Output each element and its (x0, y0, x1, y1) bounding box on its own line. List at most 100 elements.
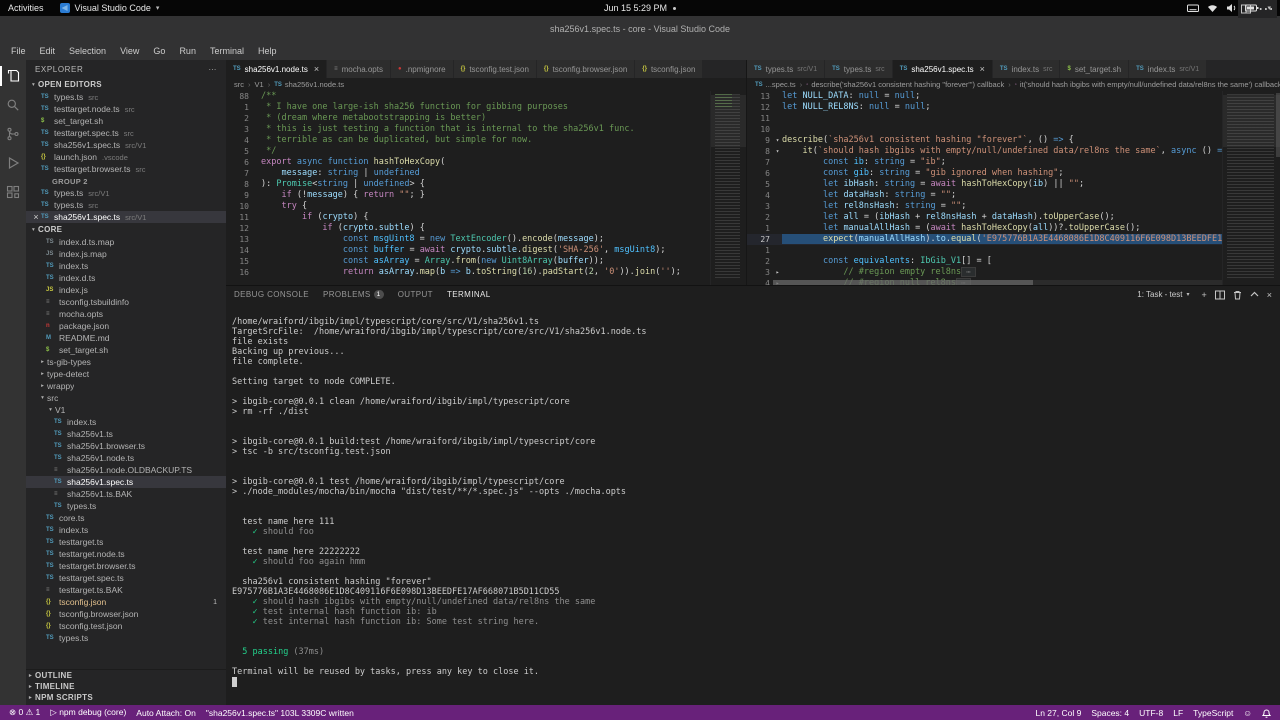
fold-icon[interactable] (773, 190, 782, 201)
code-line[interactable]: 7 message: string | undefined (226, 168, 710, 179)
explorer-file-row[interactable]: {} tsconfig.json 1 (26, 596, 226, 608)
editor-left-code[interactable]: 88 /** 1 * I have one large-ish sha256 f… (226, 91, 746, 285)
fold-icon[interactable] (252, 245, 261, 256)
panel-tab[interactable]: PROBLEMS 1 (323, 290, 384, 299)
status-item[interactable]: LF (1168, 708, 1188, 718)
breadcrumb[interactable]: TS ...spec.ts ◦ describe('sha256v1 consi… (747, 78, 1280, 91)
explorer-file-row[interactable]: ≡ testtarget.ts.BAK (26, 584, 226, 596)
fold-icon[interactable] (773, 234, 782, 245)
code-line[interactable]: 11 if (crypto) { (226, 212, 710, 223)
explorer-file-row[interactable]: ≡ sha256v1.ts.BAK (26, 488, 226, 500)
code-line[interactable]: 4 * terrible as can be duplicated, but s… (226, 135, 710, 146)
open-editor-item[interactable]: TS types.ts src/V1 (26, 187, 226, 199)
code-line[interactable]: 10 try { (226, 201, 710, 212)
code-line[interactable]: 9 ▾ describe(`sha256v1 consistent hashin… (747, 135, 1222, 146)
explorer-file-row[interactable]: {} tsconfig.test.json (26, 620, 226, 632)
fold-icon[interactable] (773, 212, 782, 223)
editor-right-code[interactable]: 13 let NULL_DATA: null = null; 12 let NU… (747, 91, 1280, 285)
open-editor-item[interactable]: TS types.ts src (26, 91, 226, 103)
explorer-icon[interactable] (0, 66, 21, 86)
fold-icon[interactable] (252, 102, 261, 113)
explorer-file-row[interactable]: ▸ ts-gib-types (26, 356, 226, 368)
fold-icon[interactable] (773, 157, 782, 168)
status-item[interactable]: ☺ (1238, 708, 1257, 718)
fold-icon[interactable] (252, 256, 261, 267)
fold-icon[interactable]: ▾ (773, 135, 782, 146)
explorer-file-row[interactable]: TS core.ts (26, 512, 226, 524)
fold-icon[interactable] (773, 91, 782, 102)
minimap[interactable] (710, 91, 746, 285)
editor-tab[interactable]: {} tsconfig.test.json (453, 60, 537, 78)
explorer-file-row[interactable]: TS index.ts (26, 260, 226, 272)
explorer-file-row[interactable]: {} tsconfig.browser.json (26, 608, 226, 620)
code-line[interactable]: 6 const gib: string = "gib ignored when … (747, 168, 1222, 179)
fold-icon[interactable] (773, 245, 782, 256)
code-line[interactable]: 2 const equivalents: IbGib_V1[] = [ (747, 256, 1222, 267)
explorer-file-row[interactable]: TS sha256v1.ts (26, 428, 226, 440)
fold-icon[interactable] (252, 267, 261, 278)
code-line[interactable]: 8 ): Promise<string | undefined> { (226, 179, 710, 190)
fold-icon[interactable] (252, 234, 261, 245)
editor-tab[interactable]: ≡ mocha.opts (327, 60, 391, 78)
fold-icon[interactable] (773, 256, 782, 267)
breadcrumb-item[interactable]: ◦ it('should hash ibgibs with empty/null… (1004, 80, 1280, 89)
open-editor-item[interactable]: TS testtarget.browser.ts src (26, 163, 226, 175)
menu-item[interactable]: Selection (62, 46, 113, 56)
menu-item[interactable]: Run (172, 46, 203, 56)
editor-tab[interactable]: TS sha256v1.spec.ts × (892, 60, 993, 78)
sidebar-scroll[interactable]: ▾ OPEN EDITORS TS types.ts src TS testta… (26, 78, 226, 669)
notifications-bell-icon[interactable] (1257, 708, 1276, 718)
search-icon[interactable] (5, 97, 21, 113)
explorer-file-row[interactable]: TS index.d.ts.map (26, 236, 226, 248)
minimap-slider[interactable] (1223, 95, 1280, 147)
explorer-file-row[interactable]: TS index.ts (26, 416, 226, 428)
code-line[interactable]: 1 * I have one large-ish sha256 function… (226, 102, 710, 113)
panel-tab[interactable]: TERMINAL (447, 290, 491, 299)
vertical-scrollbar[interactable] (1276, 93, 1280, 157)
fold-icon[interactable] (252, 212, 261, 223)
split-terminal-icon[interactable] (1214, 290, 1225, 300)
code-line[interactable]: 5 */ (226, 146, 710, 157)
clock[interactable]: Jun 15 5:29 PM (0, 0, 1280, 16)
fold-icon[interactable] (773, 168, 782, 179)
fold-icon[interactable] (773, 124, 782, 135)
editor-tab[interactable]: TS index.ts src (992, 60, 1061, 78)
sidebar-section-header[interactable]: ▸ NPM SCRIPTS (26, 692, 226, 703)
fold-icon[interactable]: ▾ (773, 146, 782, 157)
fold-icon[interactable]: ▸ (773, 267, 782, 278)
extensions-icon[interactable] (5, 184, 21, 200)
editor-tab[interactable]: {} tsconfig.browser.json (536, 60, 636, 78)
explorer-file-row[interactable]: $ set_target.sh (26, 344, 226, 356)
menu-item[interactable]: File (4, 46, 33, 56)
app-menu[interactable]: Visual Studio Code ▾ (59, 3, 159, 13)
window-titlebar[interactable]: sha256v1.spec.ts - core - Visual Studio … (0, 16, 1280, 42)
status-item[interactable]: Spaces: 4 (1086, 708, 1134, 718)
code-line[interactable]: 13 const msgUint8 = new TextEncoder().en… (226, 234, 710, 245)
code-line[interactable]: 16 return asArray.map(b => b.toString(16… (226, 267, 710, 278)
code-line[interactable]: 6 export async function hashToHexCopy( (226, 157, 710, 168)
new-terminal-icon[interactable]: + (1201, 290, 1206, 300)
explorer-file-row[interactable]: ▸ type-detect (26, 368, 226, 380)
fold-icon[interactable] (252, 91, 261, 102)
open-editor-item[interactable]: GROUP 2 (26, 175, 226, 187)
close-editor-icon[interactable]: × (31, 212, 41, 222)
horizontal-scrollbar[interactable] (773, 280, 1222, 285)
open-editor-item[interactable]: {} launch.json .vscode (26, 151, 226, 163)
system-tray[interactable]: ▾ (1187, 3, 1280, 13)
fold-icon[interactable] (252, 124, 261, 135)
explorer-file-row[interactable]: TS sha256v1.node.ts (26, 452, 226, 464)
menu-item[interactable]: Edit (33, 46, 63, 56)
breadcrumb-item[interactable]: src (234, 80, 244, 89)
fold-icon[interactable] (252, 179, 261, 190)
explorer-file-row[interactable]: TS testtarget.spec.ts (26, 572, 226, 584)
close-tab-icon[interactable]: × (980, 64, 985, 74)
explorer-file-row[interactable]: ▸ wrappy (26, 380, 226, 392)
code-line[interactable]: 8 ▾ it(`should hash ibgibs with empty/nu… (747, 146, 1222, 157)
fold-icon[interactable] (252, 190, 261, 201)
panel-tab[interactable]: OUTPUT (398, 290, 433, 299)
open-editors-header[interactable]: ▾ OPEN EDITORS (26, 78, 226, 91)
run-debug-icon[interactable] (5, 155, 21, 171)
more-actions-icon[interactable]: ⋯ (208, 65, 217, 74)
explorer-file-row[interactable]: JS index.js (26, 284, 226, 296)
explorer-file-row[interactable]: TS testtarget.node.ts (26, 548, 226, 560)
